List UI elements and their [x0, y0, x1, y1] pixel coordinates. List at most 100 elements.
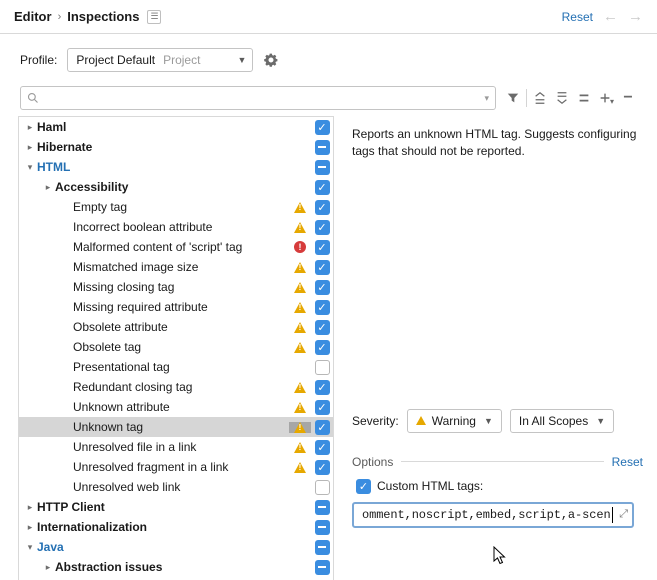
tree-row-checkbox[interactable]: ✓ — [311, 237, 333, 257]
tree-row[interactable]: ▸Accessibility ✓ — [19, 177, 333, 197]
tree-row-label: Java — [37, 540, 289, 554]
tree-row-checkbox[interactable]: ✓ — [311, 317, 333, 337]
tree-row[interactable]: ▸Incorrect boolean attribute✓ — [19, 217, 333, 237]
tree-row[interactable]: ▸Abstraction issues — [19, 557, 333, 577]
tree-row[interactable]: ▸Unknown attribute✓ — [19, 397, 333, 417]
tree-row-label: Accessibility — [55, 180, 289, 194]
filter-icon[interactable] — [502, 87, 524, 109]
tree-row[interactable]: ▸Unresolved fragment in a link✓ — [19, 457, 333, 477]
profile-select[interactable]: Project Default Project ▼ — [67, 48, 253, 72]
forward-button[interactable]: → — [628, 8, 643, 25]
tree-row[interactable]: ▸Missing required attribute✓ — [19, 297, 333, 317]
tree-row[interactable]: ▸Unresolved file in a link✓ — [19, 437, 333, 457]
inspection-tree[interactable]: ▸Haml✓▸Hibernate▾HTML▸Accessibility✓▸Emp… — [18, 116, 334, 580]
severity-select[interactable]: Warning ▼ — [407, 409, 502, 433]
tree-row[interactable]: ▸Empty tag✓ — [19, 197, 333, 217]
tree-row[interactable]: ▸Redundant closing tag✓ — [19, 377, 333, 397]
tree-row-checkbox[interactable] — [311, 157, 333, 177]
warning-icon — [416, 416, 426, 425]
tree-row-label: Haml — [37, 120, 289, 134]
reset-severity-icon[interactable] — [573, 87, 595, 109]
tree-row-label: Incorrect boolean attribute — [73, 220, 289, 234]
remove-inspection-icon[interactable]: − — [617, 87, 639, 109]
custom-tags-input[interactable]: omment,noscript,embed,script,a-scene ⤢ — [352, 502, 634, 528]
tree-row-checkbox[interactable]: ✓ — [311, 377, 333, 397]
tree-row[interactable]: ▸Internationalization — [19, 517, 333, 537]
collapse-all-icon[interactable] — [551, 87, 573, 109]
severity-value: Warning — [432, 414, 476, 428]
tree-row-checkbox[interactable] — [311, 357, 333, 377]
tree-row-checkbox[interactable] — [311, 477, 333, 497]
tree-row-label: Internationalization — [37, 520, 289, 534]
tree-row[interactable]: ▾HTML — [19, 157, 333, 177]
twisty-expanded-icon[interactable]: ▾ — [23, 542, 37, 553]
tree-row-checkbox[interactable]: ✓ — [311, 297, 333, 317]
tree-row-checkbox[interactable]: ✓ — [311, 417, 333, 437]
detail-panel: Reports an unknown HTML tag. Suggests co… — [334, 116, 657, 580]
tree-row[interactable]: ▸Unknown tag✓ — [19, 417, 333, 437]
custom-tags-checkbox[interactable]: ✓ — [356, 479, 371, 494]
gear-icon[interactable] — [263, 52, 279, 68]
custom-tags-value: omment,noscript,embed,script,a-scene — [362, 508, 611, 522]
crumb-editor[interactable]: Editor — [14, 9, 52, 24]
tree-row-checkbox[interactable] — [311, 557, 333, 577]
tree-toolbar: ▾ ▾ − — [0, 86, 657, 116]
tree-row-label: Unknown tag — [73, 420, 289, 434]
back-button[interactable]: ← — [603, 8, 618, 25]
tree-row-label: Unresolved file in a link — [73, 440, 289, 454]
tree-row-checkbox[interactable] — [311, 497, 333, 517]
search-options-icon[interactable]: ▾ — [484, 93, 489, 104]
tree-row[interactable]: ▸Malformed content of 'script' tag!✓ — [19, 237, 333, 257]
tree-row-checkbox[interactable] — [311, 137, 333, 157]
tree-row[interactable]: ▸Obsolete tag✓ — [19, 337, 333, 357]
tree-row[interactable]: ▸Unresolved web link — [19, 477, 333, 497]
search-field[interactable] — [43, 91, 484, 105]
add-inspection-icon[interactable]: ▾ — [595, 87, 617, 109]
tree-row-label: HTML — [37, 160, 289, 174]
tree-row-label: Missing closing tag — [73, 280, 289, 294]
tree-row[interactable]: ▸HTTP Client — [19, 497, 333, 517]
tree-row[interactable]: ▸Hibernate — [19, 137, 333, 157]
show-menu-icon[interactable]: ☰ — [147, 10, 161, 24]
tree-row[interactable]: ▾Java — [19, 537, 333, 557]
twisty-collapsed-icon[interactable]: ▸ — [23, 522, 37, 533]
tree-row-checkbox[interactable] — [311, 517, 333, 537]
warning-icon — [289, 202, 311, 213]
warning-icon — [289, 222, 311, 233]
tree-row-checkbox[interactable]: ✓ — [311, 117, 333, 137]
twisty-collapsed-icon[interactable]: ▸ — [23, 142, 37, 153]
tree-row-checkbox[interactable]: ✓ — [311, 397, 333, 417]
inspection-description: Reports an unknown HTML tag. Suggests co… — [352, 126, 643, 161]
tree-row-checkbox[interactable]: ✓ — [311, 277, 333, 297]
reset-link[interactable]: Reset — [562, 10, 593, 24]
warning-icon — [289, 442, 311, 453]
tree-row-label: Hibernate — [37, 140, 289, 154]
options-label: Options — [352, 455, 393, 469]
tree-row-checkbox[interactable]: ✓ — [311, 337, 333, 357]
tree-row[interactable]: ▸Presentational tag — [19, 357, 333, 377]
tree-row[interactable]: ▸Missing closing tag✓ — [19, 277, 333, 297]
twisty-expanded-icon[interactable]: ▾ — [23, 162, 37, 173]
twisty-collapsed-icon[interactable]: ▸ — [41, 182, 55, 193]
tree-row-checkbox[interactable]: ✓ — [311, 457, 333, 477]
tree-row-checkbox[interactable]: ✓ — [311, 197, 333, 217]
twisty-collapsed-icon[interactable]: ▸ — [23, 502, 37, 513]
expand-all-icon[interactable] — [529, 87, 551, 109]
tree-row-checkbox[interactable] — [311, 537, 333, 557]
tree-row-checkbox[interactable]: ✓ — [311, 257, 333, 277]
search-input[interactable]: ▾ — [20, 86, 496, 110]
tree-row-checkbox[interactable]: ✓ — [311, 177, 333, 197]
tree-row[interactable]: ▸Mismatched image size✓ — [19, 257, 333, 277]
options-reset-link[interactable]: Reset — [612, 455, 643, 469]
scope-select[interactable]: In All Scopes ▼ — [510, 409, 614, 433]
tree-row[interactable]: ▸Obsolete attribute✓ — [19, 317, 333, 337]
expand-field-icon[interactable]: ⤢ — [619, 508, 628, 521]
crumb-inspections[interactable]: Inspections — [67, 9, 139, 24]
tree-row-checkbox[interactable]: ✓ — [311, 217, 333, 237]
text-cursor — [612, 507, 613, 523]
twisty-collapsed-icon[interactable]: ▸ — [41, 562, 55, 573]
twisty-collapsed-icon[interactable]: ▸ — [23, 122, 37, 133]
tree-row-checkbox[interactable]: ✓ — [311, 437, 333, 457]
tree-row[interactable]: ▸Haml ✓ — [19, 117, 333, 137]
warning-icon — [289, 342, 311, 353]
